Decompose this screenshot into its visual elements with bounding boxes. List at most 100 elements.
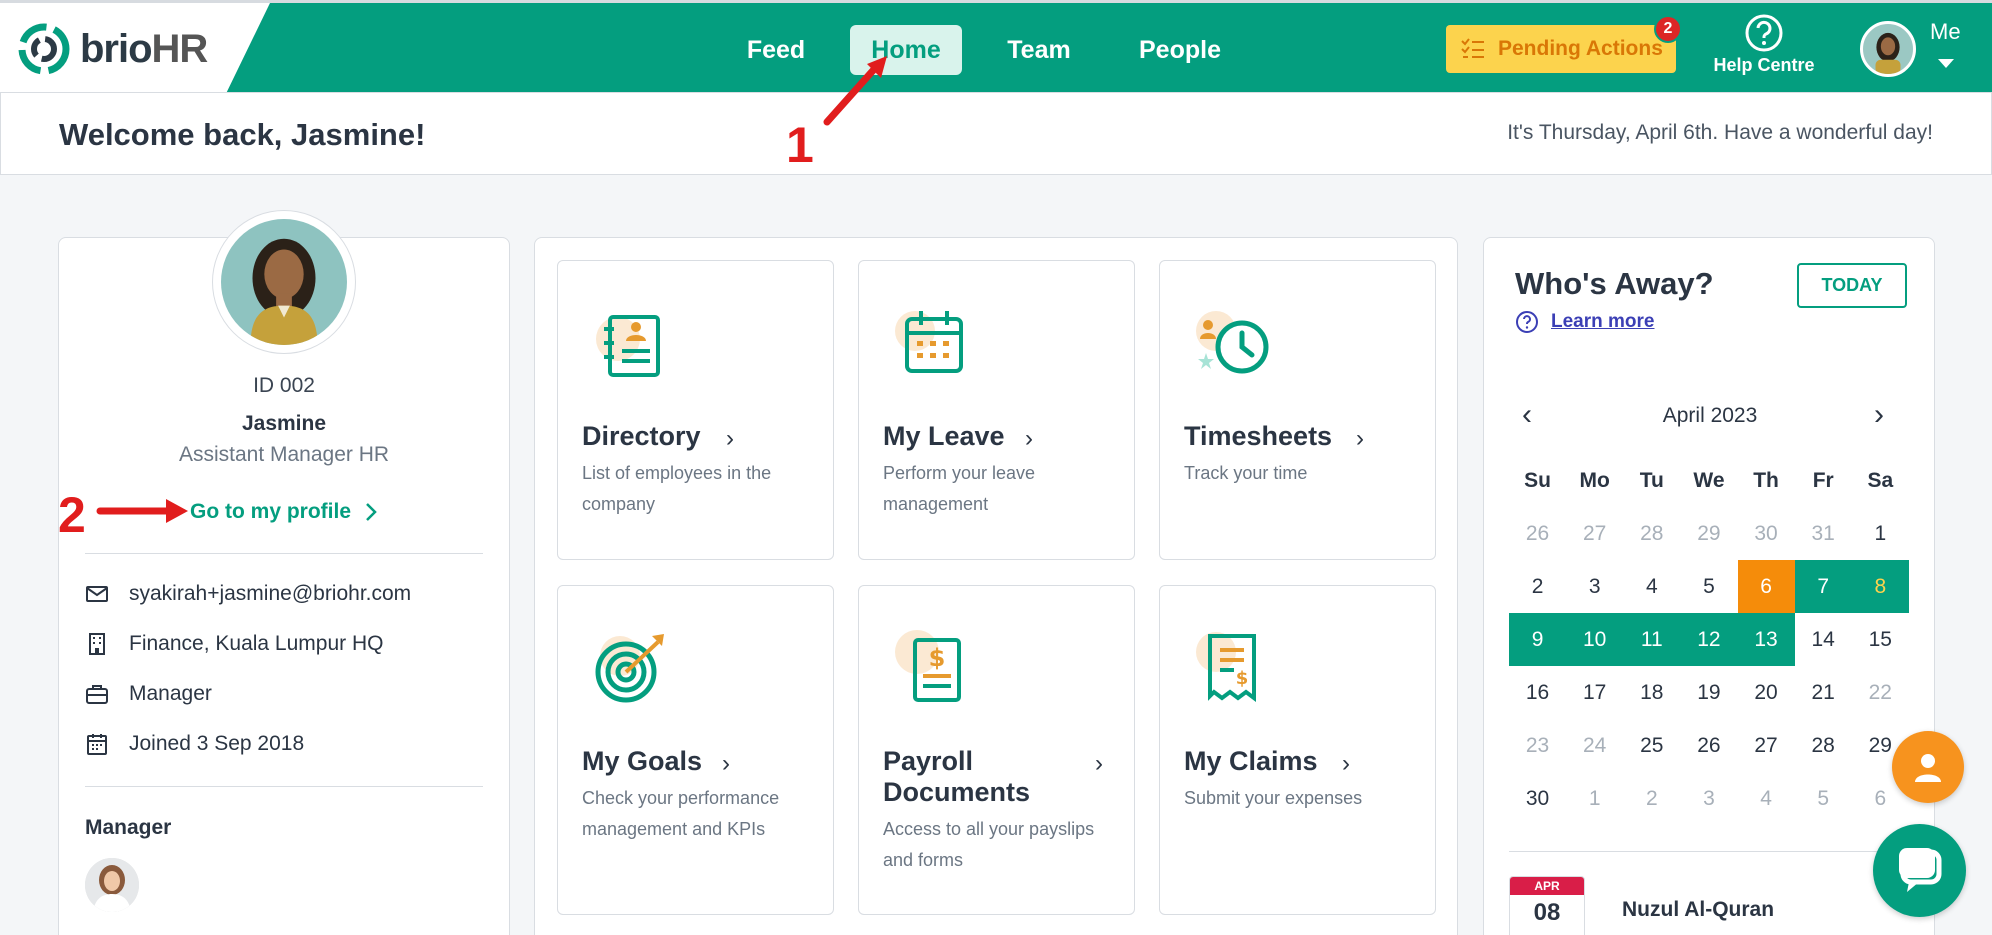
calendar-day[interactable]: 26: [1509, 507, 1566, 560]
welcome-date: It's Thursday, April 6th. Have a wonderf…: [1507, 121, 1933, 144]
calendar-day-away[interactable]: 12: [1680, 613, 1738, 666]
calendar-day[interactable]: 14: [1795, 613, 1852, 666]
floating-profile-button[interactable]: [1892, 731, 1964, 803]
tile-payroll-documents[interactable]: $ Payroll Documents › Access to all your…: [858, 585, 1135, 915]
pending-actions-button[interactable]: Pending Actions 2: [1446, 15, 1682, 73]
question-circle-icon: [1745, 14, 1783, 52]
calendar-day[interactable]: 30: [1738, 507, 1795, 560]
calendar-week-row: 26 27 28 29 30 31 1: [1509, 507, 1909, 560]
tile-my-leave[interactable]: My Leave › Perform your leave management: [858, 260, 1135, 560]
calendar-next-button[interactable]: ›: [1874, 398, 1884, 432]
calendar-prev-button[interactable]: ‹: [1522, 398, 1532, 432]
calendar-day[interactable]: 1: [1852, 507, 1909, 560]
chevron-right-icon: ›: [726, 425, 734, 452]
calendar-day[interactable]: 5: [1795, 772, 1852, 825]
welcome-title: Welcome back, Jasmine!: [59, 117, 426, 152]
calendar-day-away[interactable]: 11: [1623, 613, 1681, 666]
calendar-day[interactable]: 17: [1566, 666, 1623, 719]
calendar-day-holiday[interactable]: 8: [1851, 560, 1909, 613]
profile-divider-bottom: [85, 786, 483, 787]
tile-timesheets[interactable]: Timesheets › Track your time: [1159, 260, 1436, 560]
manager-avatar[interactable]: [85, 858, 139, 912]
calendar-day[interactable]: 27: [1566, 507, 1623, 560]
calendar-day[interactable]: 31: [1795, 507, 1852, 560]
calendar-day[interactable]: 21: [1795, 666, 1852, 719]
calendar-day-away[interactable]: 13: [1737, 613, 1795, 666]
logo-area[interactable]: brioHR: [0, 3, 270, 92]
caret-down-icon[interactable]: [1938, 59, 1954, 68]
holiday-date-badge: APR 08: [1509, 876, 1585, 935]
calendar-day[interactable]: 22: [1852, 666, 1909, 719]
calendar-day[interactable]: 20: [1738, 666, 1795, 719]
calendar-day[interactable]: 3: [1680, 772, 1737, 825]
calendar-day[interactable]: 25: [1623, 719, 1680, 772]
calendar-day-today[interactable]: 6: [1737, 560, 1795, 613]
calendar-day[interactable]: 4: [1738, 772, 1795, 825]
manager-title: Manager: [85, 816, 172, 839]
tile-payroll-documents-title: Payroll Documents: [883, 746, 1031, 807]
target-icon: [595, 634, 664, 703]
email-text: syakirah+jasmine@briohr.com: [129, 582, 412, 605]
tile-my-goals-title: My Goals: [582, 746, 703, 776]
nav-feed[interactable]: Feed: [735, 25, 817, 75]
calendar-day[interactable]: 16: [1509, 666, 1566, 719]
weekday-header: Su: [1524, 468, 1551, 492]
position-text: Manager: [129, 682, 212, 705]
calendar-day[interactable]: 26: [1680, 719, 1737, 772]
chevron-right-icon: ›: [1356, 425, 1364, 452]
calendar-day[interactable]: 28: [1623, 507, 1680, 560]
calendar-day[interactable]: 23: [1509, 719, 1566, 772]
annotation-number-1: 1: [786, 117, 814, 173]
calendar-week-row: 30 1 2 3 4 5 6: [1509, 772, 1909, 825]
learn-more-link[interactable]: Learn more: [1515, 310, 1654, 334]
help-centre-label: Help Centre: [1713, 55, 1815, 75]
calendar-day-away[interactable]: 9: [1509, 613, 1567, 666]
calendar-week-row: 2 3 4 5 6 7 8: [1509, 560, 1909, 613]
nav-team[interactable]: Team: [997, 25, 1081, 75]
tile-directory-desc: List of employees in the company: [582, 463, 772, 514]
me-label[interactable]: Me: [1930, 19, 1961, 45]
calendar-day[interactable]: 2: [1623, 772, 1680, 825]
today-button[interactable]: TODAY: [1797, 263, 1907, 308]
nav-people[interactable]: People: [1130, 25, 1230, 75]
profile-divider-top: [85, 553, 483, 554]
tile-my-claims-title: My Claims: [1184, 746, 1318, 776]
calendar-day-away[interactable]: 10: [1566, 613, 1624, 666]
calendar-day[interactable]: 27: [1738, 719, 1795, 772]
pending-count-badge: 2: [1654, 15, 1682, 43]
tile-payroll-documents-desc: Access to all your payslips and forms: [883, 819, 1095, 870]
welcome-bar: Welcome back, Jasmine! It's Thursday, Ap…: [0, 92, 1992, 175]
calendar-day[interactable]: 30: [1509, 772, 1566, 825]
tile-my-claims[interactable]: $ My Claims › Submit your expenses: [1159, 585, 1436, 915]
calendar-day[interactable]: 24: [1566, 719, 1623, 772]
user-avatar[interactable]: [1860, 21, 1916, 77]
email-row: syakirah+jasmine@briohr.com: [85, 582, 411, 606]
calendar-day[interactable]: 29: [1680, 507, 1737, 560]
calendar-day[interactable]: 2: [1509, 560, 1566, 613]
holiday-name: Nuzul Al-Quran: [1622, 898, 1775, 921]
calendar-day[interactable]: 1: [1566, 772, 1623, 825]
help-centre-button[interactable]: Help Centre: [1706, 13, 1822, 83]
chat-icon: [1898, 847, 1941, 892]
calendar-day[interactable]: 3: [1566, 560, 1623, 613]
tile-my-goals-desc: Check your performance management and KP…: [582, 788, 780, 839]
calendar-day[interactable]: 15: [1852, 613, 1909, 666]
calendar-icon: [895, 311, 963, 373]
user-avatar-image: [1875, 32, 1901, 74]
checklist-icon: [1461, 38, 1484, 58]
profile-name: Jasmine: [241, 412, 327, 435]
payroll-icon: $: [895, 630, 961, 702]
calendar-day[interactable]: 4: [1623, 560, 1680, 613]
calendar-day[interactable]: 19: [1680, 666, 1737, 719]
tile-my-goals[interactable]: My Goals › Check your performance manage…: [557, 585, 834, 915]
tile-timesheets-desc: Track your time: [1184, 463, 1308, 483]
chat-support-button[interactable]: [1873, 824, 1966, 917]
go-to-profile-link[interactable]: Go to my profile: [190, 500, 377, 524]
tile-directory[interactable]: Directory › List of employees in the com…: [557, 260, 834, 560]
calendar-day[interactable]: 28: [1795, 719, 1852, 772]
calendar-day-away[interactable]: 7: [1794, 560, 1852, 613]
clock-icon: [1196, 311, 1269, 374]
calendar-day[interactable]: 5: [1680, 560, 1737, 613]
calendar-day[interactable]: 18: [1623, 666, 1680, 719]
tile-my-claims-desc: Submit your expenses: [1184, 788, 1363, 808]
